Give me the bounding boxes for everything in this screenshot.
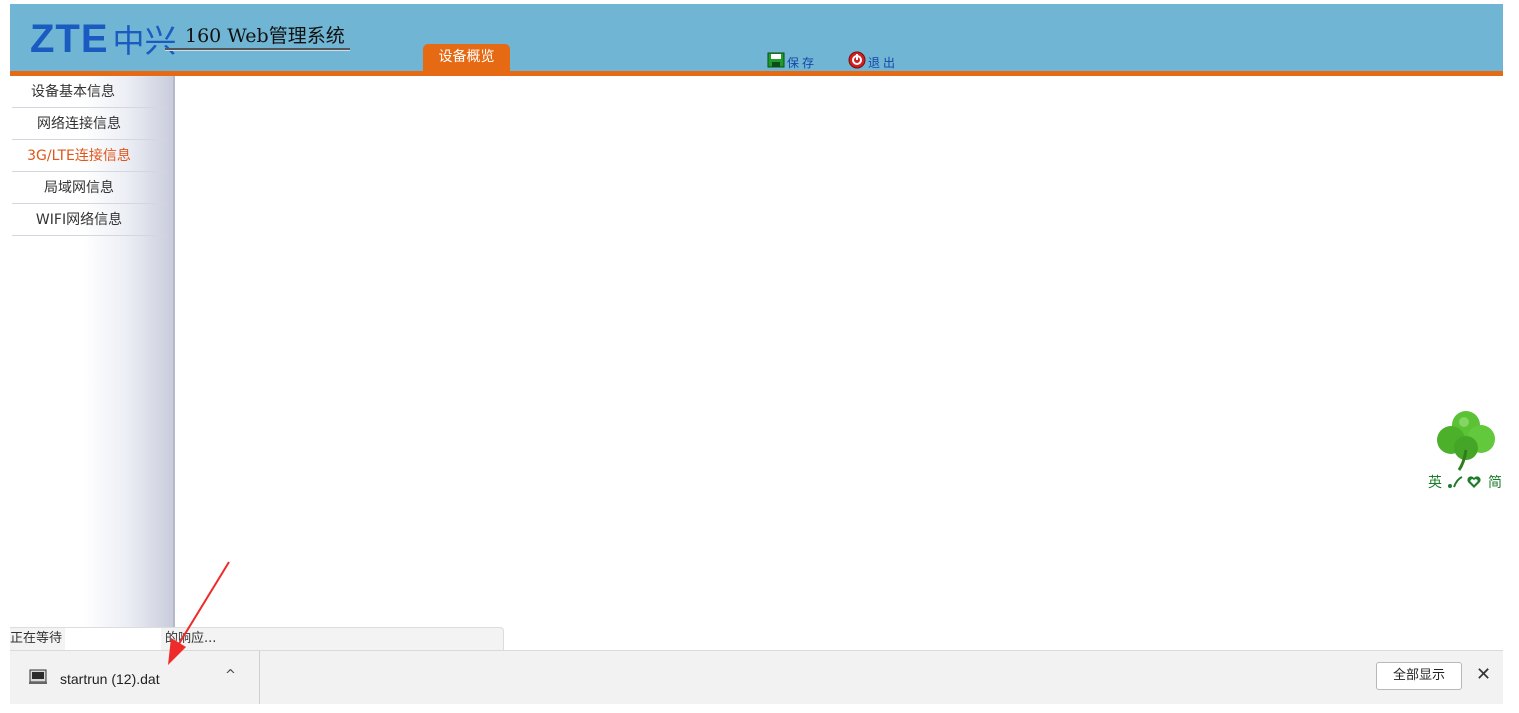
system-title: 160 Web管理系统 [185, 25, 345, 47]
sidebar-item-wifi-network-info[interactable]: WIFI网络信息 [12, 204, 166, 236]
language-switch-widget[interactable]: 英 简 [1428, 408, 1503, 492]
sprout-icon [1448, 476, 1463, 488]
zte-logo: ZTE 中兴 [30, 16, 177, 62]
tab-device-overview[interactable]: 设备概览 [423, 44, 510, 71]
heart-icon [1467, 476, 1481, 488]
sidebar-item-network-connection-info[interactable]: 网络连接信息 [12, 108, 166, 140]
status-suffix: 的响应... [165, 631, 217, 646]
sidebar-item-device-basic-info[interactable]: 设备基本信息 [12, 76, 166, 108]
chevron-up-icon[interactable]: ^ [225, 668, 236, 683]
logo-latin: ZTE [30, 16, 109, 61]
exit-button[interactable]: 退出 [848, 48, 898, 71]
show-all-downloads-button[interactable]: 全部显示 [1376, 662, 1462, 690]
save-label: 保存 [787, 56, 818, 70]
download-filename: startrun (12).dat [60, 671, 160, 687]
clover-icon [1437, 411, 1495, 471]
power-exit-icon [848, 51, 866, 68]
header-orange-rule [10, 71, 1503, 76]
sidebar-item-lan-info[interactable]: 局域网信息 [12, 172, 166, 204]
floppy-disk-icon [767, 52, 785, 67]
header-bar: ZTE 中兴 160 Web管理系统 设备概览 保存 退出 [10, 4, 1503, 71]
title-underline [165, 48, 350, 50]
close-icon[interactable]: ✕ [1476, 664, 1491, 685]
file-icon [29, 669, 47, 684]
download-item[interactable]: startrun (12).dat ^ [10, 651, 260, 704]
logo-chinese: 中兴 [112, 22, 177, 60]
exit-label: 退出 [868, 56, 899, 70]
router-admin-page: ZTE 中兴 160 Web管理系统 设备概览 保存 退出 设备基本信息 网络连… [10, 4, 1503, 629]
language-options: 英 简 [1428, 472, 1503, 492]
download-shelf: startrun (12).dat ^ 全部显示 ✕ [10, 650, 1503, 704]
loading-status-bar: 正在等待 的响应... [10, 627, 504, 650]
sidebar-menu: 设备基本信息 网络连接信息 3G/LTE连接信息 局域网信息 WIFI网络信息 [10, 76, 175, 629]
save-button[interactable]: 保存 [767, 48, 817, 71]
status-host-redacted [65, 628, 161, 650]
status-prefix: 正在等待 [10, 631, 63, 646]
lang-english[interactable]: 英 [1428, 472, 1442, 492]
sidebar-item-3g-lte-connection-info[interactable]: 3G/LTE连接信息 [12, 140, 166, 172]
lang-simplified-chinese[interactable]: 简 [1488, 472, 1502, 492]
